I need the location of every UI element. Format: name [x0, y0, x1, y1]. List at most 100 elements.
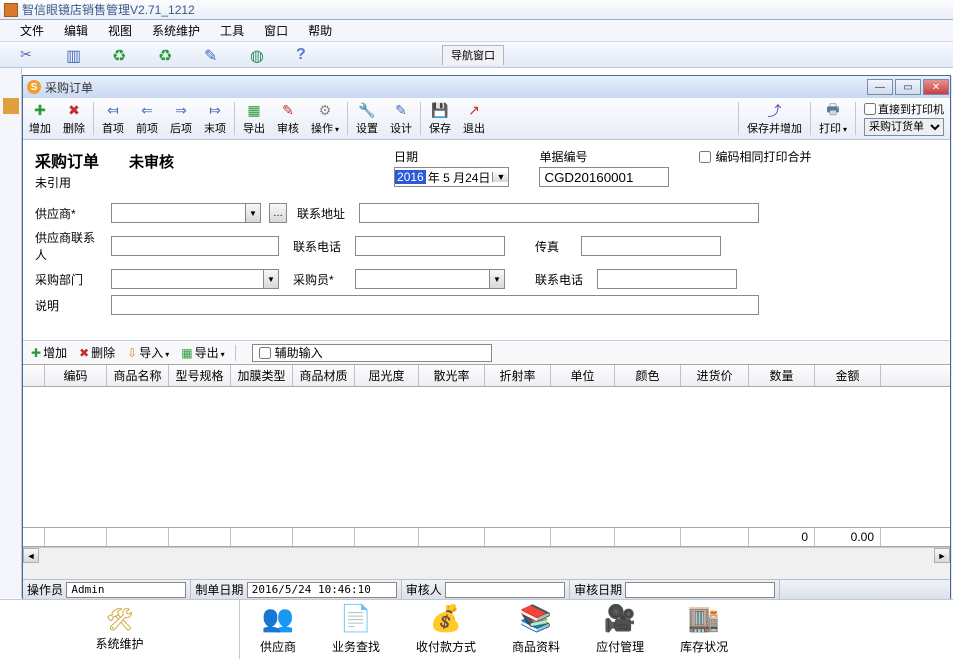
supplier-contact-input[interactable]	[111, 236, 279, 256]
grid-summary-cell	[419, 528, 485, 546]
child-close[interactable]: ✕	[923, 79, 949, 95]
grid-import[interactable]: ⇩导入	[123, 343, 173, 362]
supplier-lookup[interactable]: …	[269, 203, 287, 223]
tb-last[interactable]: ⤇末项	[198, 98, 232, 139]
dept-combo[interactable]: ▼	[111, 269, 279, 289]
help-icon[interactable]	[296, 46, 314, 64]
grid-col-header[interactable]: 金额	[815, 365, 881, 386]
app-icon	[4, 3, 18, 17]
menu-tools[interactable]: 工具	[210, 20, 254, 41]
menu-edit[interactable]: 编辑	[54, 20, 98, 41]
nav-window-tab[interactable]: 导航窗口	[442, 45, 504, 65]
sheet-icon[interactable]	[66, 46, 84, 64]
cut-icon[interactable]	[20, 46, 38, 64]
tb-operate[interactable]: ⚙操作	[305, 98, 345, 139]
supplier-contact-label: 供应商联系人	[35, 229, 105, 263]
grid-add[interactable]: ✚增加	[27, 343, 71, 362]
nav-payable[interactable]: 🎥应付管理	[596, 600, 644, 655]
nav-supplier[interactable]: 👥供应商	[260, 600, 296, 655]
grid-header: 编码商品名称型号规格加膜类型商品材质屈光度散光率折射率单位颜色进货价数量金额	[23, 365, 950, 387]
nav-biz-search[interactable]: 📄业务查找	[332, 600, 380, 655]
grid-col-header[interactable]: 商品名称	[107, 365, 169, 386]
tb-exit[interactable]: ↗退出	[457, 98, 491, 139]
nav-system-maintain[interactable]: 🛠 系统维护	[0, 600, 240, 659]
grid-summary-cell	[615, 528, 681, 546]
grid-summary-cell	[355, 528, 419, 546]
grid-col-header[interactable]	[23, 365, 45, 386]
grid-col-header[interactable]: 屈光度	[355, 365, 419, 386]
tb-add[interactable]: ✚增加	[23, 98, 57, 139]
desc-input[interactable]	[111, 295, 759, 315]
chevron-down-icon: ▼	[263, 269, 279, 289]
phone2-input[interactable]	[597, 269, 737, 289]
print-options: 直接到打印机 采购订货单	[858, 98, 950, 139]
contact-addr-input[interactable]	[359, 203, 759, 223]
nav-payment-method[interactable]: 💰收付款方式	[416, 600, 476, 655]
buyer-label: 采购员*	[293, 271, 349, 288]
phone-input[interactable]	[355, 236, 505, 256]
buyer-combo[interactable]: ▼	[355, 269, 505, 289]
grid-col-header[interactable]: 编码	[45, 365, 107, 386]
grid-col-header[interactable]: 型号规格	[169, 365, 231, 386]
chevron-down-icon: ▼	[489, 269, 505, 289]
grid-col-header[interactable]: 商品材质	[293, 365, 355, 386]
menubar: 文件 编辑 视图 系统维护 工具 窗口 帮助	[0, 20, 953, 42]
tb-audit[interactable]: ✎审核	[271, 98, 305, 139]
docno-input[interactable]	[539, 167, 669, 187]
menu-maintain[interactable]: 系统维护	[142, 20, 210, 41]
menu-window[interactable]: 窗口	[254, 20, 298, 41]
grid-body[interactable]	[23, 387, 950, 527]
aux-input-check[interactable]: 辅助输入	[252, 344, 492, 362]
child-minimize[interactable]: ―	[867, 79, 893, 95]
grid-col-header[interactable]: 折射率	[485, 365, 551, 386]
tb-setting[interactable]: 🔧设置	[350, 98, 384, 139]
grid-col-header[interactable]: 加膜类型	[231, 365, 293, 386]
pencil-icon[interactable]	[204, 46, 222, 64]
tb-save-and-add[interactable]: ⤴保存并增加	[741, 98, 808, 139]
create-date-input[interactable]	[247, 582, 397, 598]
tb-delete[interactable]: ✖删除	[57, 98, 91, 139]
grid-hscroll[interactable]: ◄►	[23, 547, 950, 563]
grid-col-header[interactable]: 数量	[749, 365, 815, 386]
child-icon: S	[27, 80, 41, 94]
desc-label: 说明	[35, 297, 105, 314]
merge-print-check[interactable]: 编码相同打印合并	[699, 148, 811, 165]
tb-export[interactable]: ▦导出	[237, 98, 271, 139]
child-maximize[interactable]: ▭	[895, 79, 921, 95]
grid-summary-cell	[23, 528, 45, 546]
auditor-input[interactable]	[445, 582, 565, 598]
menu-help[interactable]: 帮助	[298, 20, 342, 41]
grid-col-header[interactable]: 颜色	[615, 365, 681, 386]
direct-printer-check[interactable]: 直接到打印机	[864, 101, 944, 117]
menu-file[interactable]: 文件	[10, 20, 54, 41]
nav-stock-status[interactable]: 🏬库存状况	[680, 600, 728, 655]
menu-view[interactable]: 视图	[98, 20, 142, 41]
dock-icon[interactable]	[3, 98, 19, 114]
grid-export[interactable]: ▦导出	[177, 343, 228, 362]
tb-save[interactable]: 💾保存	[423, 98, 457, 139]
fax-input[interactable]	[581, 236, 721, 256]
left-dock-stub	[0, 68, 22, 598]
grid-col-header[interactable]: 散光率	[419, 365, 485, 386]
recycle-icon[interactable]	[112, 46, 130, 64]
supplier-combo[interactable]: ▼	[111, 203, 261, 223]
operator-input[interactable]	[66, 582, 186, 598]
grid-delete[interactable]: ✖删除	[75, 343, 119, 362]
print-doc-select[interactable]: 采购订货单	[864, 118, 944, 136]
grid-summary-cell	[169, 528, 231, 546]
globe-icon[interactable]	[250, 46, 268, 64]
date-input[interactable]: 2016 年 5 月24日 ▼	[394, 167, 509, 187]
tb-print[interactable]: 🖶打印	[813, 98, 853, 139]
tb-design[interactable]: ✎设计	[384, 98, 418, 139]
grid-col-header[interactable]: 进货价	[681, 365, 749, 386]
audit-date-input[interactable]	[625, 582, 775, 598]
tb-next[interactable]: ⇒后项	[164, 98, 198, 139]
grid-col-header[interactable]: 单位	[551, 365, 615, 386]
child-titlebar[interactable]: S 采购订单 ― ▭ ✕	[23, 76, 950, 98]
nav-product-info[interactable]: 📚商品资料	[512, 600, 560, 655]
tb-prev[interactable]: ⇐前项	[130, 98, 164, 139]
grid-summary-cell	[293, 528, 355, 546]
grid-summary-cell	[107, 528, 169, 546]
tb-first[interactable]: ⤆首项	[96, 98, 130, 139]
recycle2-icon[interactable]	[158, 46, 176, 64]
